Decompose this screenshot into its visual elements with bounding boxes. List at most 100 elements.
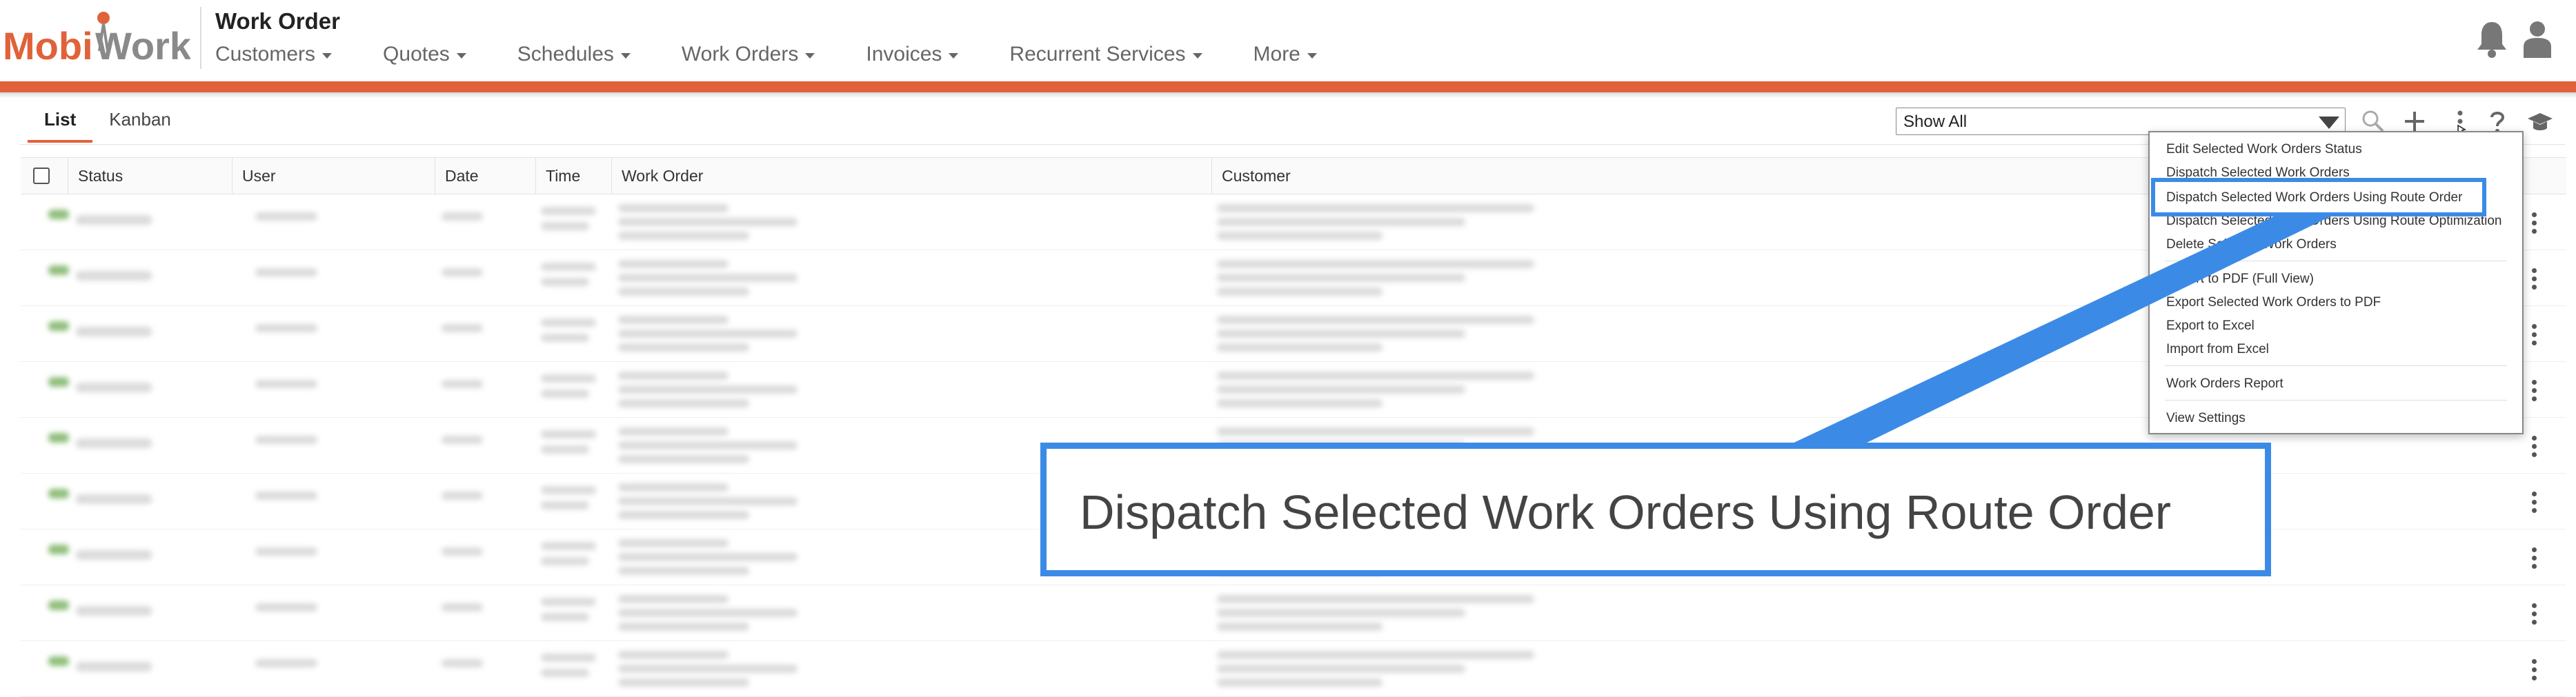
bell-icon[interactable]: [2475, 19, 2508, 58]
nav-quotes[interactable]: Quotes: [383, 43, 466, 66]
chevron-down-icon: [949, 52, 959, 59]
redacted-cell: [1217, 609, 1465, 617]
row-more-vertical-icon[interactable]: [2532, 603, 2537, 628]
redacted-cell: [255, 212, 317, 221]
redacted-cell: [541, 557, 589, 565]
menu-item-highlight: [2151, 178, 2486, 216]
row-more-vertical-icon[interactable]: [2532, 324, 2537, 349]
user-icon[interactable]: [2521, 19, 2554, 58]
redacted-cell: [255, 492, 317, 500]
row-more-vertical-icon[interactable]: [2532, 380, 2537, 405]
status-indicator: [48, 545, 69, 554]
row-more-vertical-icon[interactable]: [2532, 659, 2537, 684]
redacted-cell: [442, 436, 483, 444]
menu-item-view-settings[interactable]: View Settings: [2166, 411, 2246, 426]
redacted-cell: [618, 497, 797, 505]
redacted-cell: [618, 274, 797, 282]
redacted-cell: [541, 613, 589, 621]
redacted-cell: [76, 494, 152, 504]
column-user[interactable]: User: [232, 158, 436, 194]
menu-item-delete[interactable]: Delete Selected Work Orders: [2166, 237, 2337, 252]
row-more-vertical-icon[interactable]: [2532, 436, 2537, 461]
redacted-cell: [618, 678, 749, 687]
nav-more[interactable]: More: [1254, 43, 1317, 66]
chevron-down-icon: [2319, 117, 2339, 129]
redacted-cell: [1217, 385, 1465, 394]
tab-kanban[interactable]: Kanban: [92, 103, 188, 143]
redacted-cell: [76, 215, 152, 225]
nav-label: Quotes: [383, 43, 450, 65]
mobiwork-logo[interactable]: Mobi Work: [3, 10, 190, 72]
redacted-cell: [618, 427, 729, 436]
redacted-cell: [618, 218, 797, 226]
chevron-down-icon: [322, 52, 333, 59]
menu-item-export-pdf-full[interactable]: Export to PDF (Full View): [2166, 272, 2314, 287]
column-work-order[interactable]: Work Order: [611, 158, 1213, 194]
redacted-cell: [541, 222, 589, 230]
main-nav: Customers Quotes Schedules Work Orders I…: [215, 43, 1368, 66]
graduation-cap-icon[interactable]: [2526, 108, 2554, 135]
redacted-cell: [618, 539, 729, 547]
status-indicator: [48, 321, 69, 331]
redacted-cell: [541, 430, 596, 438]
menu-item-export-excel[interactable]: Export to Excel: [2166, 319, 2255, 334]
nav-invoices[interactable]: Invoices: [866, 43, 959, 66]
column-status[interactable]: Status: [68, 158, 233, 194]
redacted-cell: [618, 287, 749, 296]
chevron-down-icon: [1192, 52, 1202, 59]
row-more-vertical-icon[interactable]: [2532, 268, 2537, 293]
nav-label: More: [1253, 43, 1300, 65]
column-date[interactable]: Date: [435, 158, 537, 194]
redacted-cell: [442, 212, 483, 221]
logo-text-mobi: Mobi: [3, 24, 93, 68]
status-indicator: [48, 656, 69, 666]
row-more-vertical-icon[interactable]: [2532, 212, 2537, 237]
nav-recurrent-services[interactable]: Recurrent Services: [1009, 43, 1202, 66]
redacted-cell: [76, 550, 152, 560]
row-more-vertical-icon[interactable]: [2532, 492, 2537, 516]
menu-item-work-orders-report[interactable]: Work Orders Report: [2166, 376, 2283, 392]
redacted-cell: [618, 441, 797, 449]
redacted-cell: [1217, 623, 1383, 631]
status-indicator: [48, 489, 69, 498]
redacted-cell: [442, 547, 483, 556]
redacted-cell: [255, 436, 317, 444]
menu-item-import-excel[interactable]: Import from Excel: [2166, 342, 2269, 357]
redacted-cell: [541, 486, 596, 494]
redacted-cell: [1217, 651, 1534, 659]
logo-text-work: Work: [95, 24, 190, 68]
table-row[interactable]: [21, 641, 2566, 697]
select-all-checkbox[interactable]: [33, 168, 50, 184]
redacted-cell: [442, 380, 483, 388]
row-more-vertical-icon[interactable]: [2532, 547, 2537, 572]
redacted-cell: [1217, 232, 1383, 240]
redacted-cell: [255, 659, 317, 667]
column-time[interactable]: Time: [535, 158, 613, 194]
redacted-cell: [442, 324, 483, 332]
redacted-cell: [76, 606, 152, 616]
redacted-cell: [1217, 260, 1534, 268]
menu-item-export-selected-pdf[interactable]: Export Selected Work Orders to PDF: [2166, 295, 2381, 310]
nav-work-orders[interactable]: Work Orders: [682, 43, 815, 66]
nav-customers[interactable]: Customers: [215, 43, 333, 66]
menu-item-edit-status[interactable]: Edit Selected Work Orders Status: [2166, 142, 2362, 157]
nav-schedules[interactable]: Schedules: [517, 43, 631, 66]
redacted-cell: [541, 390, 589, 398]
chevron-down-icon: [456, 52, 466, 59]
redacted-cell: [1217, 427, 1534, 436]
redacted-cell: [618, 623, 749, 631]
redacted-cell: [618, 455, 749, 463]
redacted-cell: [618, 595, 729, 603]
menu-divider: [2165, 365, 2507, 366]
nav-label: Recurrent Services: [1009, 43, 1186, 65]
redacted-cell: [541, 654, 596, 662]
logo-divider: [200, 7, 201, 69]
redacted-cell: [442, 659, 483, 667]
redacted-cell: [541, 598, 596, 606]
tab-list[interactable]: List: [28, 103, 93, 143]
header-shadow: [0, 92, 2576, 98]
redacted-cell: [618, 316, 729, 324]
table-row[interactable]: [21, 585, 2566, 641]
redacted-cell: [76, 271, 152, 281]
redacted-cell: [255, 268, 317, 276]
